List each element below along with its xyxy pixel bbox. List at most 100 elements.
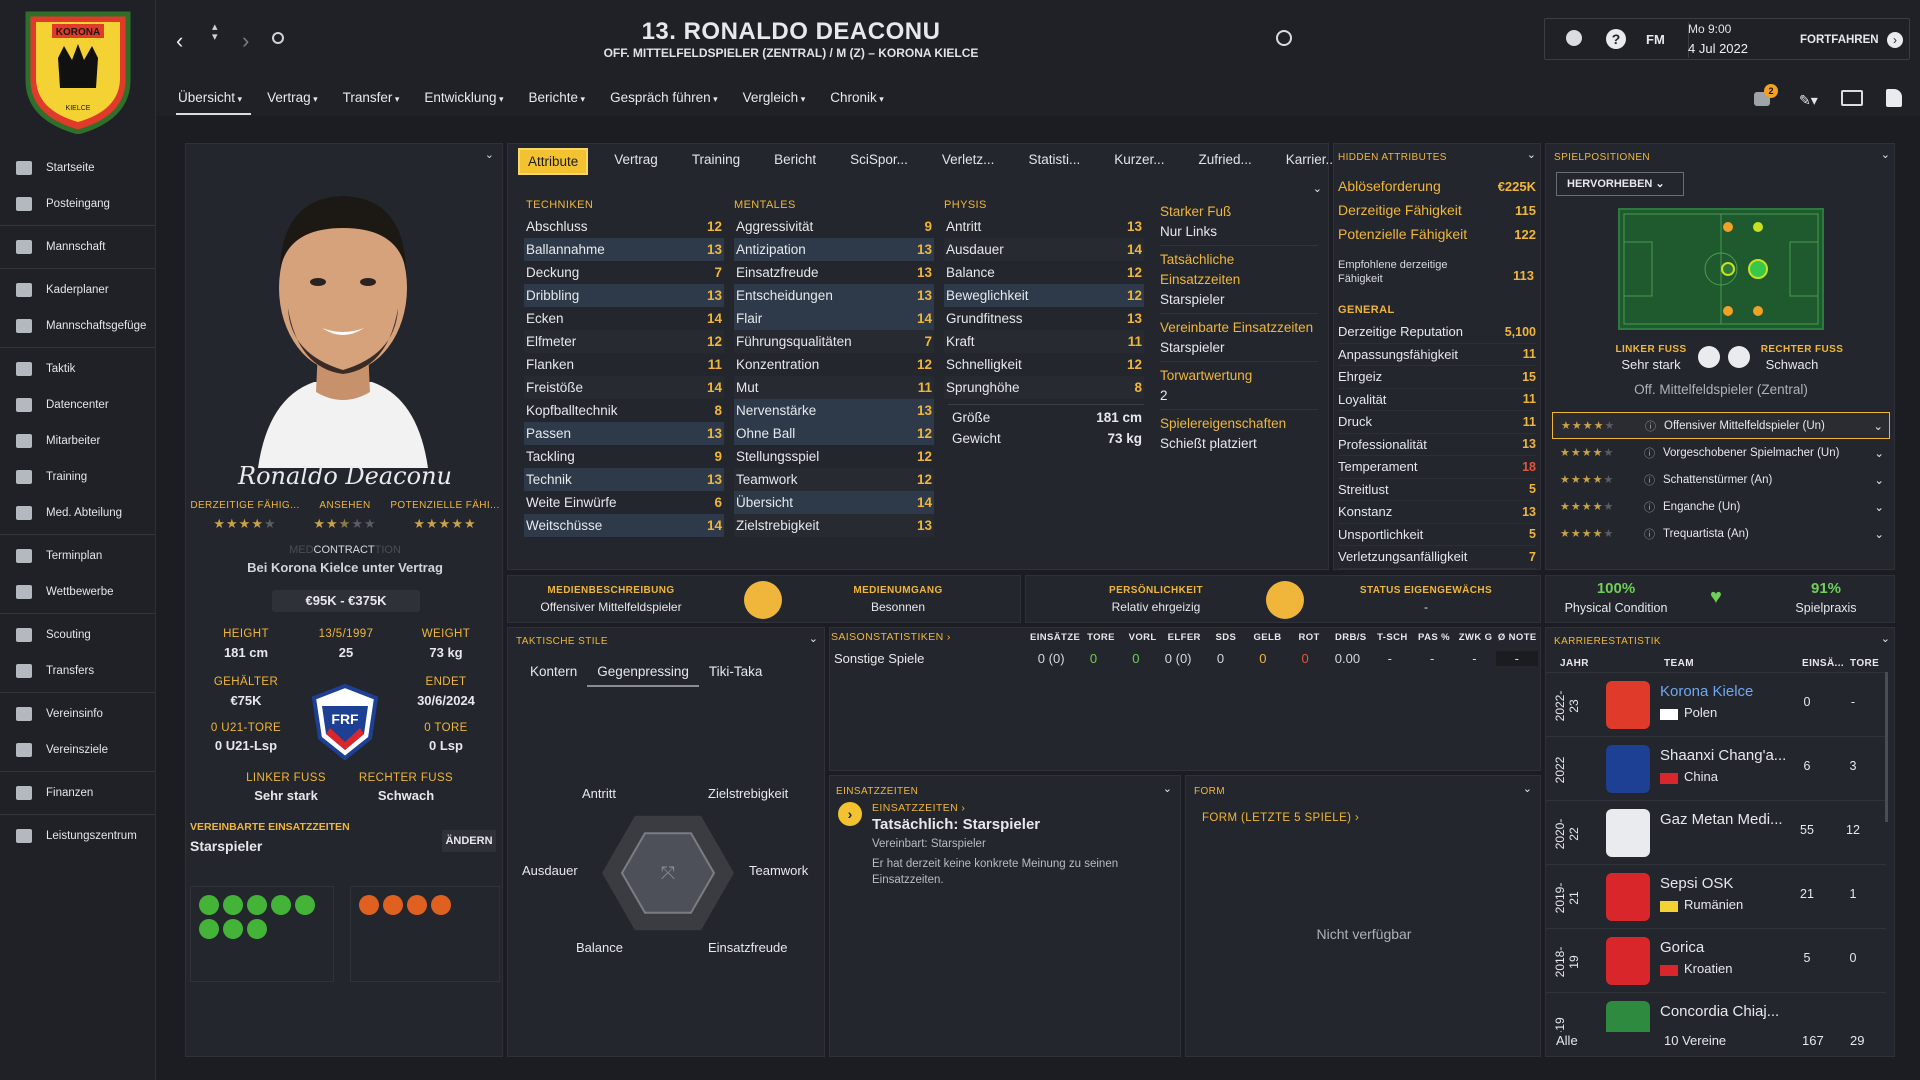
info-icon[interactable]: ⓘ (1644, 445, 1655, 461)
menu-item[interactable]: Transfer ▾ (341, 90, 409, 115)
tab[interactable]: Bericht (766, 148, 824, 175)
attribute-row[interactable]: Nervenstärke 13 (734, 399, 934, 422)
general-row[interactable]: Derzeitige Reputation 5,100 (1338, 321, 1536, 344)
playing-time-chevron-icon[interactable]: ⌄ (1163, 782, 1172, 795)
sidebar-item[interactable]: Vereinsziele (0, 732, 156, 768)
menu-item[interactable]: Chronik ▾ (828, 90, 893, 115)
career-team[interactable]: Korona Kielce (1660, 683, 1753, 700)
career-row[interactable]: 2018-19 Gorica Kroatien 5 0 (1546, 928, 1886, 992)
sidebar-item[interactable]: Leistungszentrum (0, 818, 156, 854)
attribute-row[interactable]: Ausdauer 14 (944, 238, 1144, 261)
info-icon[interactable]: ⓘ (1644, 526, 1655, 542)
attribute-row[interactable]: Teamwork 12 (734, 468, 934, 491)
chevron-down-icon[interactable]: ⌄ (1873, 419, 1883, 433)
sidebar-item[interactable]: Mannschaftsgefüge (0, 308, 156, 344)
attribute-row[interactable]: Elfmeter 12 (524, 330, 724, 353)
attribute-row[interactable]: Ohne Ball 12 (734, 422, 934, 445)
attribute-row[interactable]: Mut 11 (734, 376, 934, 399)
attribute-row[interactable]: Stellungsspiel 12 (734, 445, 934, 468)
form-chevron-icon[interactable]: ⌄ (1523, 782, 1532, 795)
globe-icon[interactable] (1566, 30, 1582, 46)
role-row[interactable]: ★★★★★ ⓘ Enganche (Un) ⌄ (1552, 493, 1890, 520)
general-row[interactable]: Loyalität 11 (1338, 389, 1536, 411)
sidebar-item[interactable]: Wettbewerbe (0, 574, 156, 610)
tab[interactable]: Training (684, 148, 748, 175)
menu-item[interactable]: Vertrag ▾ (265, 90, 327, 115)
arrow-right-icon[interactable]: › (838, 802, 862, 826)
tactical-tab[interactable]: Gegenpressing (587, 660, 699, 687)
tactical-chevron-icon[interactable]: ⌄ (809, 632, 818, 645)
attribute-row[interactable]: Schnelligkeit 12 (944, 353, 1144, 376)
tab[interactable]: SciSpor... (842, 148, 916, 175)
club-logo[interactable] (1606, 809, 1650, 857)
tab[interactable]: Kurzer... (1106, 148, 1172, 175)
general-row[interactable]: Streitlust 5 (1338, 479, 1536, 501)
sidebar-item[interactable]: Taktik (0, 351, 156, 387)
tactical-tab[interactable]: Kontern (520, 660, 587, 687)
attribute-row[interactable]: Freistöße 14 (524, 376, 724, 399)
attribute-row[interactable]: Passen 13 (524, 422, 724, 445)
playing-time-link[interactable]: EINSATZZEITEN › (872, 802, 965, 814)
attribute-row[interactable]: Deckung 7 (524, 261, 724, 284)
sidebar-item[interactable]: Posteingang (0, 186, 156, 222)
tab[interactable]: Zufried... (1190, 148, 1259, 175)
attribute-row[interactable]: Einsatzfreude 13 (734, 261, 934, 284)
edit-icon[interactable]: ✎▾ (1799, 92, 1818, 109)
season-title[interactable]: SAISONSTATISTIKEN › (831, 631, 951, 643)
screen-icon[interactable] (1841, 90, 1863, 106)
career-team[interactable]: Gaz Metan Medi... (1660, 811, 1783, 828)
highlight-dropdown[interactable]: HERVORHEBEN ⌄ (1556, 172, 1684, 196)
continue-button[interactable]: FORTFAHREN (1800, 34, 1879, 46)
tab[interactable]: Attribute (518, 148, 589, 175)
info-icon[interactable]: ⓘ (1644, 472, 1655, 488)
general-row[interactable]: Professionalität 13 (1338, 434, 1536, 456)
sidebar-item[interactable]: Training (0, 459, 156, 495)
traits-label[interactable]: Spielereigenschaften (1160, 414, 1318, 434)
chevron-down-icon[interactable]: ⌄ (485, 148, 494, 161)
hidden-row[interactable]: Ablöseforderung €225K (1338, 174, 1536, 198)
sidebar-item[interactable]: Terminplan (0, 538, 156, 574)
attribute-row[interactable]: Zielstrebigkeit 13 (734, 514, 934, 537)
attribute-row[interactable]: Grundfitness 13 (944, 307, 1144, 330)
info-icon[interactable]: ⓘ (1645, 418, 1656, 434)
sidebar-item[interactable]: Vereinsinfo (0, 696, 156, 732)
tactical-tab[interactable]: Tiki-Taka (699, 660, 773, 687)
career-team[interactable]: Shaanxi Chang'a... (1660, 747, 1786, 764)
general-row[interactable]: Unsportlichkeit 5 (1338, 524, 1536, 546)
club-logo[interactable] (1606, 1001, 1650, 1032)
club-logo[interactable] (1606, 681, 1650, 729)
sidebar-item[interactable]: Finanzen (0, 775, 156, 811)
tab[interactable]: Verletz... (934, 148, 1003, 175)
club-logo[interactable] (1606, 937, 1650, 985)
career-row[interactable]: -19 Concordia Chiaj... (1546, 992, 1886, 1032)
attribute-row[interactable]: Flanken 11 (524, 353, 724, 376)
transfer-value[interactable]: €95K - €375K (272, 590, 420, 612)
role-row[interactable]: ★★★★★ ⓘ Vorgeschobener Spielmacher (Un) ⌄ (1552, 439, 1890, 466)
menu-item[interactable]: Übersicht ▾ (176, 90, 252, 115)
chevron-down-icon[interactable]: ⌄ (1874, 527, 1884, 541)
club-logo[interactable] (1606, 873, 1650, 921)
fm-logo[interactable]: FM (1646, 32, 1665, 47)
form-link[interactable]: FORM (LETZTE 5 SPIELE) › (1202, 812, 1359, 824)
attribute-row[interactable]: Antizipation 13 (734, 238, 934, 261)
hidden-chevron-icon[interactable]: ⌄ (1527, 148, 1536, 161)
menu-item[interactable]: Vergleich ▾ (741, 90, 815, 115)
menu-item[interactable]: Gespräch führen ▾ (608, 90, 727, 115)
attribute-row[interactable]: Aggressivität 9 (734, 215, 934, 238)
pin-icon[interactable] (1886, 89, 1902, 107)
career-row[interactable]: 2019-21 Sepsi OSK Rumänien 21 1 (1546, 864, 1886, 928)
attribute-row[interactable]: Übersicht 14 (734, 491, 934, 514)
tab[interactable]: Vertrag (606, 148, 666, 175)
sidebar-item[interactable]: Mannschaft (0, 229, 156, 265)
chevron-down-icon[interactable]: ⌄ (1874, 473, 1884, 487)
attribute-row[interactable]: Tackling 9 (524, 445, 724, 468)
sidebar-item[interactable]: Kaderplaner (0, 272, 156, 308)
general-row[interactable]: Verletzungsanfälligkeit 7 (1338, 546, 1536, 569)
attribute-row[interactable]: Ecken 14 (524, 307, 724, 330)
chevron-down-icon[interactable]: ⌄ (1874, 446, 1884, 460)
career-team[interactable]: Sepsi OSK (1660, 875, 1733, 892)
general-row[interactable]: Druck 11 (1338, 411, 1536, 434)
federation-logo[interactable]: FRF (310, 683, 380, 761)
tabs-expand-icon[interactable]: ⌄ (1313, 182, 1322, 195)
role-row[interactable]: ★★★★★ ⓘ Schattenstürmer (An) ⌄ (1552, 466, 1890, 493)
